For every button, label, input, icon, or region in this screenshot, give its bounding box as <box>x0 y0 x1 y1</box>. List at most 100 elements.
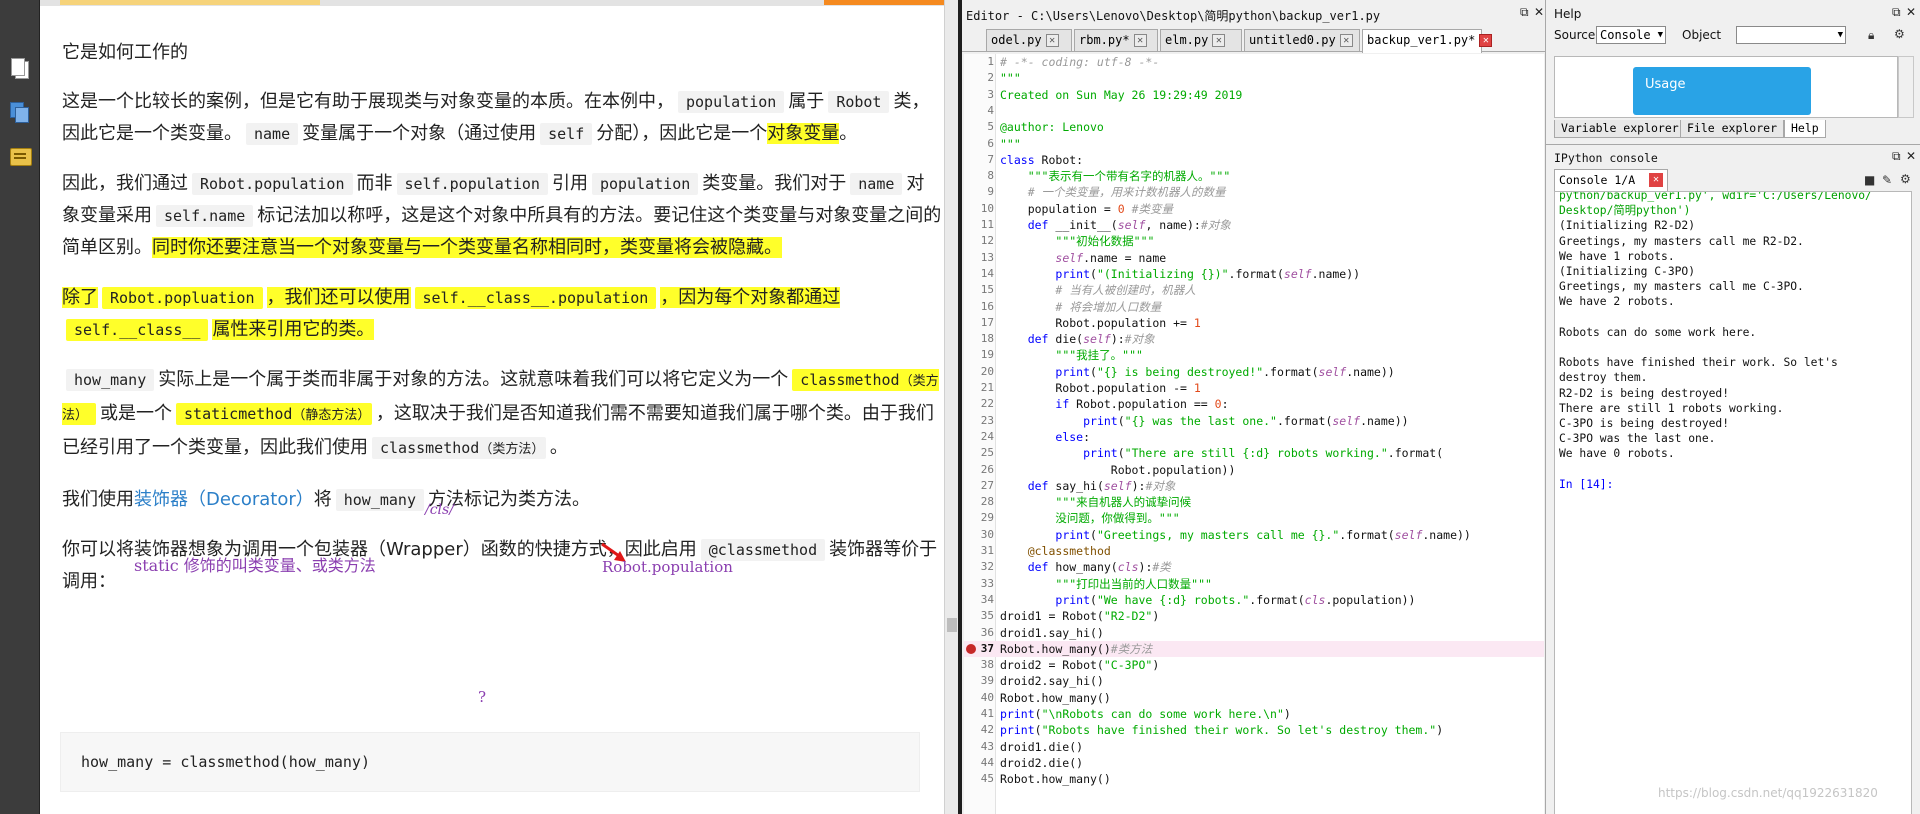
code-line[interactable]: 43 droid1.die() <box>964 739 1544 755</box>
code-line[interactable]: 19 """我挂了。""" <box>964 347 1544 363</box>
code-line[interactable]: 29 没问题，你做得到。""" <box>964 510 1544 526</box>
close-tab-icon[interactable]: ✕ <box>1133 34 1147 47</box>
code-line[interactable]: 45 Robot.how_many() <box>964 771 1544 787</box>
close-tab-icon[interactable]: ✕ <box>1045 34 1059 47</box>
console-line: We have 2 robots. <box>1559 295 1675 309</box>
code-line[interactable]: 16 # 将会增加人口数量 <box>964 299 1544 315</box>
tab-file-explorer[interactable]: File explorer <box>1680 120 1785 138</box>
close-tab-icon[interactable]: ✕ <box>1649 173 1663 187</box>
close-pane-icon[interactable]: ✕ <box>1906 149 1916 163</box>
code-text: Robot.how_many() <box>1000 690 1111 705</box>
decorator-link[interactable]: 装饰器（Decorator） <box>134 489 314 510</box>
help-scrollbar[interactable] <box>1898 56 1914 118</box>
tab-backup-ver1[interactable]: backup_ver1.py* ✕ <box>1362 29 1493 53</box>
code-text: """我挂了。""" <box>1055 348 1143 363</box>
tab-variable-explorer[interactable]: Variable explorer <box>1554 120 1686 138</box>
code-line[interactable]: 32 def how_many(cls):#类 <box>964 559 1544 575</box>
close-pane-icon[interactable]: ✕ <box>1906 5 1916 19</box>
layers-icon[interactable] <box>10 102 30 124</box>
line-number: 20 <box>980 364 994 378</box>
console-line: C-3PO was the last one. <box>1559 432 1716 446</box>
close-tab-icon[interactable]: ✕ <box>1212 34 1226 47</box>
code-line[interactable]: 17 Robot.population += 1 <box>964 315 1544 331</box>
code-line[interactable]: 2 """ <box>964 70 1544 86</box>
tab-untitled0[interactable]: untitled0.py ✕ <box>1244 29 1360 51</box>
gear-icon[interactable]: ⚙ <box>1894 27 1905 41</box>
code-line[interactable]: 24 else: <box>964 429 1544 445</box>
tab-rbm[interactable]: rbm.py* ✕ <box>1074 29 1158 51</box>
undock-icon[interactable]: ⧉ <box>1892 149 1901 164</box>
code-line[interactable]: 44 droid2.die() <box>964 755 1544 771</box>
highlight: 同时你还要注意当一个对象变量与一个类变量名称相同时，类变量将会被隐藏。 <box>152 237 782 258</box>
gear-icon[interactable]: ⚙ <box>1900 172 1911 186</box>
source-select[interactable]: Console ▼ <box>1596 26 1666 44</box>
code-line[interactable]: 21 Robot.population -= 1 <box>964 380 1544 396</box>
code-editor[interactable]: 1 # -*- coding: utf-8 -*- 2 """ 3 Created on … <box>964 54 1544 814</box>
code-line[interactable]: 37 Robot.how_many()#类方法 <box>964 640 1544 657</box>
code-line[interactable]: 38 droid2 = Robot("C-3PO") <box>964 657 1544 673</box>
code-line[interactable]: 41 print("\nRobots can do some work here.… <box>964 706 1544 722</box>
code-line[interactable]: 39 droid2.say_hi() <box>964 673 1544 689</box>
code-line[interactable]: 36 droid1.say_hi() <box>964 625 1544 641</box>
highlight: 对象变量 <box>767 123 840 144</box>
tab-help[interactable]: Help <box>1784 120 1826 138</box>
code-line[interactable]: 8 """表示有一个带有名字的机器人。""" <box>964 168 1544 184</box>
code-line[interactable]: 34 print("We have {:d} robots.".format(c… <box>964 592 1544 608</box>
code-line[interactable]: 9 # 一个类变量，用来计数机器人的数量 <box>964 184 1544 200</box>
code-line[interactable]: 25 print("There are still {:d} robots wo… <box>964 445 1544 461</box>
code-line[interactable]: 11 def __init__(self, name):#对象 <box>964 217 1544 233</box>
stop-icon[interactable]: ■ <box>1864 173 1875 187</box>
code-line[interactable]: 13 self.name = name <box>964 250 1544 266</box>
code-line[interactable]: 20 print("{} is being destroyed!".format… <box>964 364 1544 380</box>
pages-icon[interactable] <box>10 58 30 80</box>
line-number: 38 <box>980 658 994 672</box>
inline-code: staticmethod（静态方法） <box>176 403 372 425</box>
object-select[interactable]: ▼ <box>1736 26 1846 44</box>
undock-icon[interactable]: ⧉ <box>1892 5 1901 20</box>
code-line[interactable]: 3 Created on Sun May 26 19:29:49 2019 <box>964 87 1544 103</box>
code-text: def say_hi(self):#对象 <box>1027 478 1176 493</box>
tab-elm[interactable]: elm.py ✕ <box>1160 29 1242 51</box>
code-line[interactable]: 23 print("{} was the last one.".format(s… <box>964 413 1544 429</box>
undock-icon[interactable]: ⧉ <box>1520 5 1529 20</box>
code-line[interactable]: 31 @classmethod <box>964 543 1544 559</box>
close-pane-icon[interactable]: ✕ <box>1534 5 1544 19</box>
code-line[interactable]: 27 def say_hi(self):#对象 <box>964 478 1544 494</box>
code-text: population = 0 #类变量 <box>1000 201 1174 216</box>
scrollbar-thumb[interactable] <box>947 618 957 632</box>
console-tab[interactable]: Console 1/A ✕ <box>1554 169 1668 191</box>
code-line[interactable]: 30 print("Greetings, my masters call me … <box>964 527 1544 543</box>
console-output[interactable]: python/backup_ver1.py', wdir='C:/Users/L… <box>1554 191 1912 814</box>
code-line[interactable]: 28 """来自机器人的诚挚问候 <box>964 494 1544 510</box>
pencil-icon[interactable]: ✎ <box>1882 173 1892 187</box>
code-line[interactable]: 1 # -*- coding: utf-8 -*- <box>964 54 1544 70</box>
code-line[interactable]: 12 """初始化数据""" <box>964 233 1544 249</box>
code-line[interactable]: 22 if Robot.population == 0: <box>964 396 1544 412</box>
code-line[interactable]: 5 @author: Lenovo <box>964 119 1544 135</box>
code-line[interactable]: 6 """ <box>964 136 1544 152</box>
close-tab-icon[interactable]: ✕ <box>1339 34 1353 47</box>
code-text: droid2.die() <box>1000 755 1084 770</box>
code-line[interactable]: 4 <box>964 103 1544 119</box>
code-line[interactable]: 7 class Robot: <box>964 152 1544 168</box>
code-line[interactable]: 40 Robot.how_many() <box>964 690 1544 706</box>
code-line[interactable]: 26 Robot.population)) <box>964 462 1544 478</box>
code-line[interactable]: 42 print("Robots have finished their work… <box>964 722 1544 738</box>
tab-odel[interactable]: odel.py ✕ <box>986 29 1072 51</box>
line-number: 29 <box>980 511 994 525</box>
code-line[interactable]: 14 print("(Initializing {})".format(self… <box>964 266 1544 282</box>
line-number: 45 <box>980 772 994 786</box>
code-line[interactable]: 33 """打印出当前的人口数量""" <box>964 576 1544 592</box>
lock-icon[interactable]: 🔒︎ <box>1868 28 1874 43</box>
code-line[interactable]: 18 def die(self):#对象 <box>964 331 1544 347</box>
comments-icon[interactable] <box>10 148 32 166</box>
document-scrollbar[interactable] <box>944 0 958 814</box>
code-line[interactable]: 35 droid1 = Robot("R2-D2") <box>964 608 1544 624</box>
code-text: print("Robots have finished their work. … <box>1000 723 1444 738</box>
console-line: Desktop/简明python') <box>1559 204 1691 218</box>
code-text: """初始化数据""" <box>1055 234 1155 249</box>
code-line[interactable]: 15 # 当有人被创建时，机器人 <box>964 282 1544 298</box>
code-line[interactable]: 10 population = 0 #类变量 <box>964 201 1544 217</box>
line-number: 31 <box>980 544 994 557</box>
close-tab-icon[interactable]: ✕ <box>1479 34 1493 47</box>
